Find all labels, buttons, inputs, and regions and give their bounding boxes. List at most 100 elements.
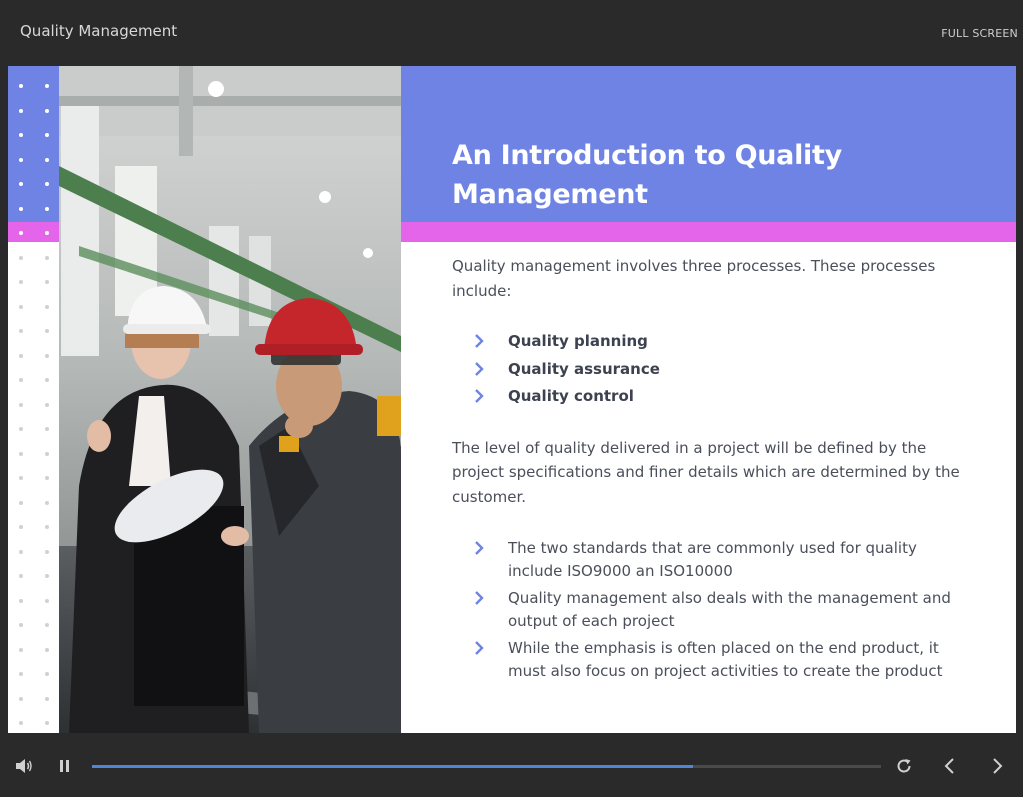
chevron-right-icon (475, 334, 484, 348)
decorative-dot (19, 476, 23, 480)
chevron-right-icon (475, 361, 484, 376)
decorative-dot (19, 84, 23, 88)
chevron-right-icon (475, 389, 484, 403)
decorative-dot (19, 304, 23, 309)
process-label: Quality control (508, 387, 634, 405)
slide-photo (59, 66, 401, 733)
progress-bar[interactable] (92, 765, 881, 768)
dot-pattern (8, 66, 59, 733)
intro-paragraph: Quality management involves three proces… (452, 257, 936, 300)
chevron-right-icon (475, 591, 484, 605)
decorative-dot (45, 206, 49, 211)
decorative-dot (45, 133, 49, 137)
process-label: Quality assurance (508, 359, 660, 378)
chevron-right-icon (475, 541, 484, 555)
process-list: Quality planning Quality assurance Quali… (452, 328, 972, 411)
decorative-dot (45, 721, 49, 725)
decorative-dot (19, 108, 23, 113)
decorative-dot (19, 623, 23, 627)
process-label: Quality planning (508, 332, 648, 350)
decorative-dot (19, 280, 23, 284)
previous-button[interactable] (941, 757, 959, 775)
decorative-dot (45, 402, 49, 407)
decorative-dot (45, 696, 49, 701)
factory-engineers-image (59, 66, 401, 733)
list-item: Quality management also deals with the m… (452, 587, 972, 632)
volume-icon (16, 759, 32, 773)
decorative-dot (45, 378, 49, 382)
quality-paragraph: The level of quality delivered in a proj… (452, 438, 960, 506)
decorative-dot (45, 157, 49, 162)
list-item: Quality control (452, 383, 972, 411)
full-screen-button[interactable]: FULL SCREEN (941, 27, 1018, 40)
slide-content: Quality management involves three proces… (452, 254, 972, 687)
volume-button[interactable] (14, 757, 34, 775)
list-item: Quality planning (452, 328, 972, 356)
title-accent-bar (401, 222, 1016, 242)
list-item: While the emphasis is often placed on th… (452, 637, 972, 682)
chevron-right-icon (993, 758, 1003, 774)
top-bar: Quality Management FULL SCREEN (0, 0, 1023, 66)
decorative-dot (19, 451, 23, 456)
decorative-dot (45, 500, 49, 505)
decorative-dot (19, 133, 23, 137)
points-list: The two standards that are commonly used… (452, 537, 972, 682)
decorative-dot (19, 696, 23, 701)
decorative-dot (19, 329, 23, 333)
slide-title: An Introduction to Quality Management (452, 140, 842, 210)
decorative-dot (45, 647, 49, 652)
decorative-dot (45, 427, 49, 431)
decorative-dot (45, 623, 49, 627)
decorative-dot (19, 574, 23, 578)
decorative-dot (19, 500, 23, 505)
decorative-dot (19, 721, 23, 725)
decorative-dot (19, 402, 23, 407)
decorative-dot (19, 672, 23, 676)
decorative-dot (19, 647, 23, 652)
course-title: Quality Management (20, 22, 178, 40)
chevron-left-icon (944, 758, 954, 774)
decorative-dot (19, 157, 23, 162)
point-text: The two standards that are commonly used… (508, 539, 917, 580)
decorative-dot (45, 598, 49, 603)
point-text: While the emphasis is often placed on th… (508, 639, 943, 680)
decorative-dot (45, 231, 49, 235)
decorative-dot (45, 451, 49, 456)
point-text: Quality management also deals with the m… (508, 589, 951, 630)
decorative-dot (19, 525, 23, 529)
decorative-dot (45, 549, 49, 554)
decorative-dot (45, 84, 49, 88)
decorative-dot (45, 672, 49, 676)
decorative-dot (45, 525, 49, 529)
replay-button[interactable] (895, 757, 913, 775)
decorative-dot (19, 182, 23, 186)
replay-icon (897, 759, 911, 773)
decorative-dot (45, 304, 49, 309)
pause-icon (60, 760, 69, 772)
decorative-dot (45, 476, 49, 480)
decorative-dot (45, 329, 49, 333)
decorative-dot (19, 353, 23, 358)
decorative-dot (45, 255, 49, 260)
decorative-dot (45, 182, 49, 186)
decorative-dot (19, 206, 23, 211)
slide: An Introduction to Quality Management Qu… (8, 66, 1016, 733)
decorative-dot (19, 427, 23, 431)
next-button[interactable] (988, 757, 1006, 775)
decorative-dot (19, 231, 23, 235)
decorative-dot (19, 378, 23, 382)
decorative-dot (19, 598, 23, 603)
progress-fill (92, 765, 694, 768)
player-controls (0, 733, 1023, 797)
list-item: The two standards that are commonly used… (452, 537, 972, 582)
decorative-dot-strip (8, 66, 59, 733)
decorative-dot (45, 108, 49, 113)
decorative-dot (19, 255, 23, 260)
decorative-dot (45, 353, 49, 358)
pause-button[interactable] (58, 758, 72, 774)
decorative-dot (45, 574, 49, 578)
decorative-dot (19, 549, 23, 554)
title-banner: An Introduction to Quality Management (401, 66, 1016, 222)
list-item: Quality assurance (452, 356, 972, 384)
chevron-right-icon (475, 641, 484, 655)
